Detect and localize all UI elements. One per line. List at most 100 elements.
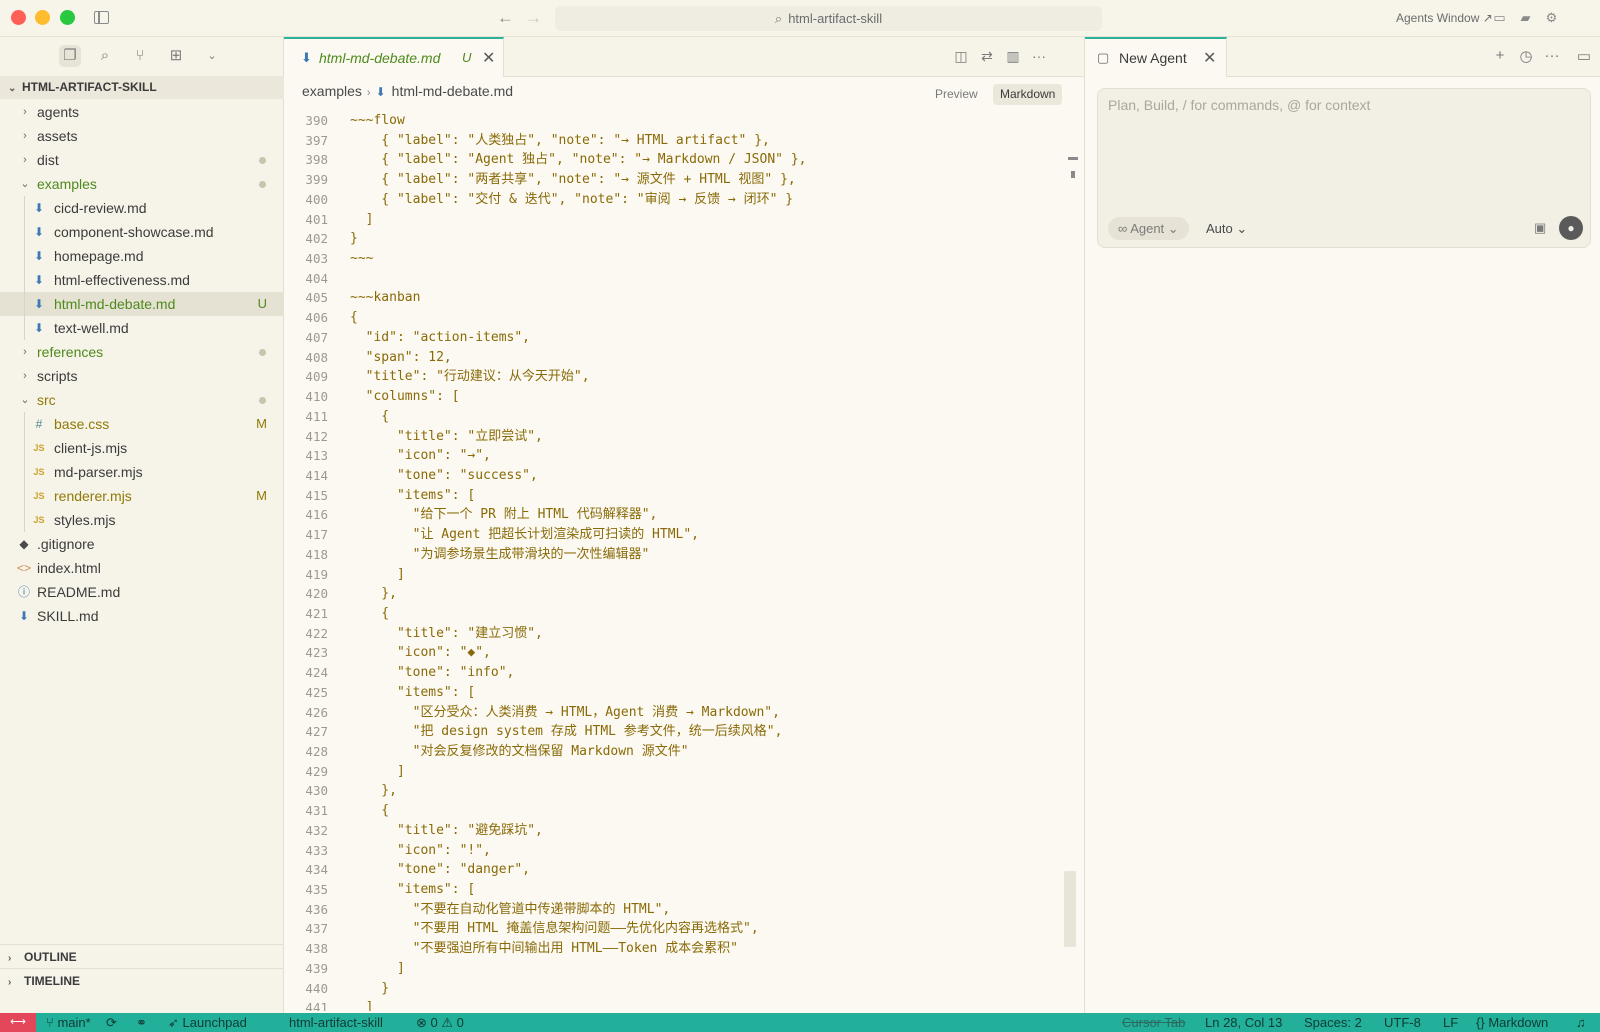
- preview-toggle[interactable]: Preview: [928, 84, 985, 105]
- agent-mode-dropdown[interactable]: ∞ Agent ⌄: [1108, 217, 1189, 240]
- tree-folder[interactable]: › dist: [0, 148, 284, 172]
- open-preview-icon[interactable]: ◫: [952, 48, 970, 65]
- editor-tab-html-md-debate[interactable]: ⬇ html-md-debate.md U ✕: [284, 37, 504, 77]
- tree-file[interactable]: ⓘ README.md: [0, 580, 284, 604]
- tree-file[interactable]: ⬇ SKILL.md: [0, 604, 284, 628]
- code-text: },: [350, 586, 397, 602]
- history-clock-icon[interactable]: ◷: [1517, 47, 1535, 65]
- close-window-button[interactable]: [11, 10, 26, 25]
- outline-section-header[interactable]: › OUTLINE: [0, 944, 284, 968]
- agents-window-link[interactable]: Agents Window ↗: [1396, 11, 1493, 25]
- new-agent-tab[interactable]: ▢ New Agent ✕: [1085, 37, 1227, 77]
- code-line: 404: [284, 269, 1074, 289]
- timeline-section-header[interactable]: › TIMELINE: [0, 968, 284, 992]
- more-actions-icon[interactable]: ···: [1543, 47, 1561, 64]
- extensions-icon[interactable]: ⊞: [165, 45, 187, 67]
- tab-git-status: U: [462, 50, 472, 65]
- zoom-window-button[interactable]: [60, 10, 75, 25]
- line-number: 400: [305, 191, 328, 207]
- search-icon[interactable]: ⌕: [94, 45, 116, 67]
- agent-tab-bar: ▢ New Agent ✕ + ◷ ··· ▭: [1085, 37, 1600, 77]
- problems-status[interactable]: ⊗ 0 ⚠ 0: [416, 1013, 464, 1032]
- markdown-file-icon: ⬇: [33, 321, 45, 335]
- code-text: {: [350, 408, 390, 424]
- toggle-panel-icon[interactable]: ▭: [1575, 47, 1593, 65]
- line-number: 419: [305, 566, 328, 582]
- git-branch-status[interactable]: ⑂ main*: [46, 1013, 91, 1032]
- tree-folder[interactable]: › scripts: [0, 364, 284, 388]
- code-line: 405 ~~~kanban: [284, 288, 1074, 308]
- remote-indicator-icon[interactable]: ⟷: [0, 1013, 36, 1032]
- more-actions-icon[interactable]: ···: [1030, 48, 1048, 64]
- model-dropdown[interactable]: Auto ⌄: [1206, 217, 1247, 240]
- javascript-file-icon: JS: [33, 443, 45, 453]
- line-number: 404: [305, 270, 328, 286]
- infinity-icon: ∞: [1118, 221, 1128, 236]
- tree-folder[interactable]: ⌄ examples: [0, 172, 284, 196]
- language-mode-status[interactable]: {} Markdown: [1476, 1013, 1548, 1032]
- tree-file[interactable]: ⬇ html-effectiveness.md: [0, 268, 284, 292]
- minimize-window-button[interactable]: [35, 10, 50, 25]
- tree-file[interactable]: # base.css M: [0, 412, 284, 436]
- line-number: 410: [305, 389, 328, 405]
- tree-folder[interactable]: ⌄ src: [0, 388, 284, 412]
- explorer-files-icon[interactable]: ❐: [59, 45, 81, 67]
- command-center-search[interactable]: ⌕ html-artifact-skill: [555, 6, 1102, 31]
- cursor-position-status[interactable]: Ln 28, Col 13: [1205, 1013, 1282, 1032]
- back-arrow-icon[interactable]: ←: [497, 8, 514, 28]
- code-line: 401 ]: [284, 210, 1074, 230]
- workspace-status[interactable]: html-artifact-skill: [289, 1013, 383, 1032]
- explorer-root-folder[interactable]: ⌄ HTML-ARTIFACT-SKILL: [0, 76, 284, 99]
- attach-image-icon[interactable]: ▣: [1534, 220, 1546, 236]
- code-line: 403 ~~~: [284, 249, 1074, 269]
- tab-filename: html-md-debate.md: [319, 50, 441, 66]
- tree-file[interactable]: JS styles.mjs: [0, 508, 284, 532]
- tree-file[interactable]: ⬇ homepage.md: [0, 244, 284, 268]
- tree-file[interactable]: ⬇ html-md-debate.md U: [0, 292, 284, 316]
- tree-file[interactable]: ◆ .gitignore: [0, 532, 284, 556]
- microphone-icon[interactable]: ●: [1559, 216, 1583, 240]
- chat-icon[interactable]: ▰: [1518, 11, 1533, 24]
- agent-prompt-input[interactable]: [1108, 97, 1578, 113]
- chevron-down-icon[interactable]: ⌄: [201, 45, 223, 67]
- settings-gear-icon[interactable]: ⚙: [1544, 11, 1559, 24]
- toggle-sidebar-icon[interactable]: [94, 11, 109, 24]
- compare-changes-icon[interactable]: ⇄: [978, 48, 996, 65]
- eol-status[interactable]: LF: [1443, 1013, 1458, 1032]
- split-editor-icon[interactable]: ▥: [1004, 48, 1022, 65]
- indentation-status[interactable]: Spaces: 2: [1304, 1013, 1362, 1032]
- launchpad-status[interactable]: ➶ Launchpad: [168, 1013, 247, 1032]
- breadcrumb-folder[interactable]: examples: [302, 83, 362, 99]
- close-tab-icon[interactable]: ✕: [482, 48, 495, 68]
- encoding-status[interactable]: UTF-8: [1384, 1013, 1421, 1032]
- tree-folder[interactable]: › agents: [0, 100, 284, 124]
- code-text: "items": [: [350, 684, 476, 700]
- new-chat-plus-icon[interactable]: +: [1491, 47, 1509, 64]
- tree-file[interactable]: JS renderer.mjs M: [0, 484, 284, 508]
- git-branch-icon: ⑂: [46, 1015, 54, 1030]
- code-text: "不要在自动化管道中传递带脚本的 HTML",: [350, 901, 671, 917]
- tree-file[interactable]: <> index.html: [0, 556, 284, 580]
- tree-folder[interactable]: › assets: [0, 124, 284, 148]
- line-number: 420: [305, 586, 328, 602]
- sync-icon[interactable]: ⟳: [106, 1013, 117, 1032]
- forward-arrow-icon[interactable]: →: [525, 8, 542, 28]
- source-control-icon[interactable]: ⑂: [129, 45, 151, 67]
- tree-file[interactable]: ⬇ component-showcase.md: [0, 220, 284, 244]
- close-tab-icon[interactable]: ✕: [1203, 48, 1216, 68]
- chevron-right-icon: ›: [8, 977, 12, 988]
- tree-file[interactable]: ⬇ text-well.md: [0, 316, 284, 340]
- breadcrumb-file[interactable]: html-md-debate.md: [392, 83, 513, 99]
- tree-file[interactable]: ⬇ cicd-review.md: [0, 196, 284, 220]
- tree-file[interactable]: JS client-js.mjs: [0, 436, 284, 460]
- git-graph-icon[interactable]: ⚭: [136, 1013, 147, 1032]
- code-text: {: [350, 605, 390, 621]
- tree-folder[interactable]: › references: [0, 340, 284, 364]
- toggle-panel-icon[interactable]: ▭: [1492, 11, 1507, 24]
- tree-file[interactable]: JS md-parser.mjs: [0, 460, 284, 484]
- cursor-tab-status[interactable]: Cursor Tab: [1122, 1013, 1185, 1032]
- code-editor[interactable]: 390 ~~~flow 397 { "label": "人类独占", "note":…: [284, 111, 1074, 1011]
- markdown-toggle[interactable]: Markdown: [993, 84, 1063, 105]
- editor-scrollbar-thumb[interactable]: [1064, 871, 1076, 947]
- notifications-bell-icon[interactable]: ♫: [1576, 1013, 1586, 1032]
